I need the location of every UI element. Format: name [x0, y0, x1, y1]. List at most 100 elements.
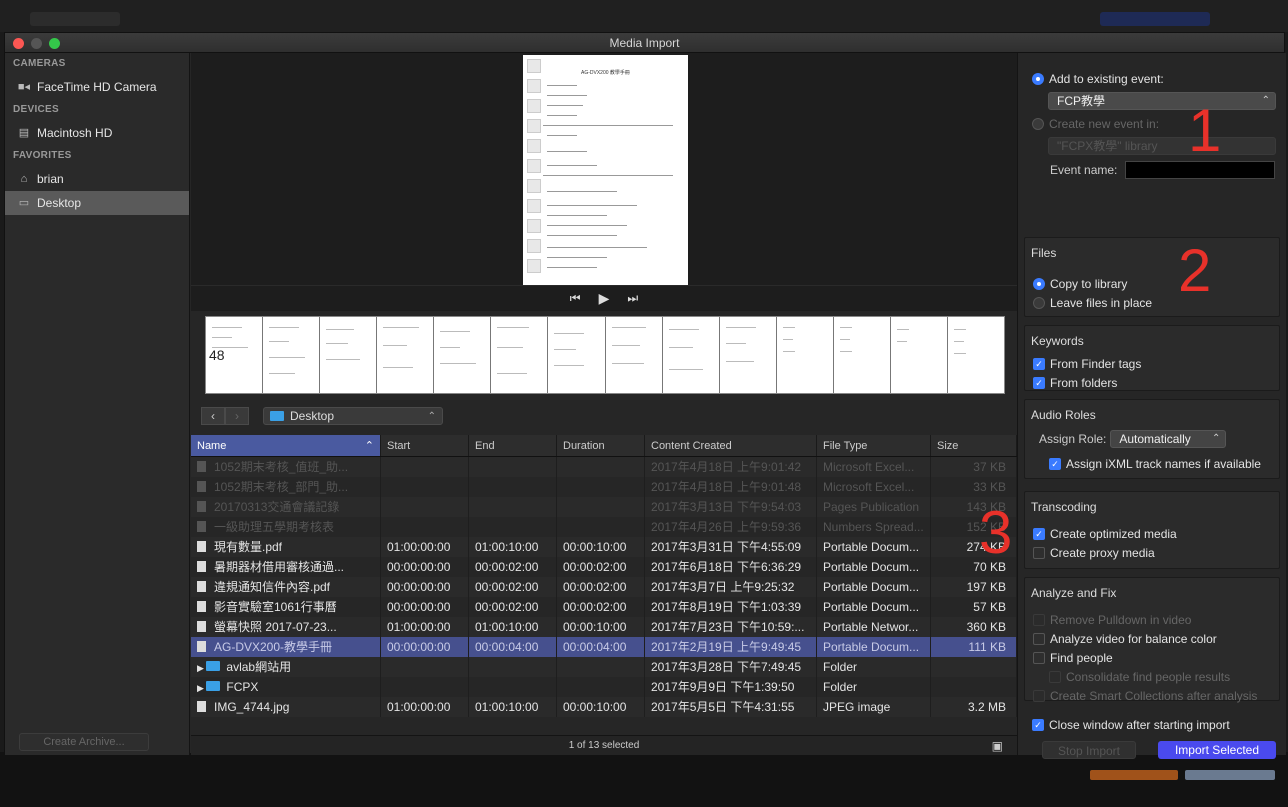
create-archive-button[interactable]: Create Archive... — [19, 733, 149, 751]
remove-pulldown-checkbox[interactable]: Remove Pulldown in video — [1025, 610, 1279, 629]
back-button[interactable]: ‹ — [201, 407, 225, 425]
assign-role-label: Assign Role: — [1039, 432, 1107, 446]
assign-role-select[interactable]: Automatically ⌃ — [1110, 430, 1227, 448]
leave-in-place-radio[interactable]: Leave files in place — [1025, 293, 1279, 312]
close-window-button[interactable] — [13, 38, 24, 49]
filmstrip[interactable]: 48 — [205, 316, 1005, 394]
table-row[interactable]: 20170313交通會議記錄 2017年3月13日 下午9:54:03 Pages … — [191, 497, 1017, 517]
forward-button[interactable]: › — [225, 407, 249, 425]
cell-size: 37 KB — [931, 457, 1017, 477]
table-row[interactable]: 一級助理五學期考核表 2017年4月26日 上午9:59:36 Numbers Sp… — [191, 517, 1017, 537]
filmstrip-toggle-icon[interactable]: ▣ — [992, 736, 1003, 756]
cell-type: Portable Docum... — [817, 597, 931, 617]
table-row[interactable]: 暑期器材借用審核通過... 00:00:00:00 00:00:02:00 00:00… — [191, 557, 1017, 577]
column-header-end[interactable]: End — [469, 435, 557, 456]
disclosure-triangle-icon[interactable]: ▶ — [197, 683, 206, 693]
smart-collections-checkbox[interactable]: Create Smart Collections after analysis — [1025, 686, 1279, 705]
column-header-size[interactable]: Size — [931, 435, 1017, 456]
file-icon — [197, 641, 206, 652]
table-row[interactable]: 1052期末考核_值班_助... 2017年4月18日 上午9:01:42 Micr… — [191, 457, 1017, 477]
cell-duration — [557, 477, 645, 497]
skip-back-icon[interactable]: ⏮ — [570, 291, 581, 306]
cell-created: 2017年8月19日 下午1:03:39 — [645, 597, 817, 617]
column-header-start[interactable]: Start — [381, 435, 469, 456]
table-row[interactable]: AG-DVX200-教學手冊 00:00:00:00 00:00:04:00 00:0… — [191, 637, 1017, 657]
skip-forward-icon[interactable]: ⏭ — [627, 291, 638, 306]
table-row[interactable]: 現有數量.pdf 01:00:00:00 01:00:10:00 00:00:10:0… — [191, 537, 1017, 557]
cell-type: Numbers Spread... — [817, 517, 931, 537]
assign-ixml-checkbox[interactable]: ✓ Assign iXML track names if available — [1025, 454, 1279, 473]
folder-icon — [206, 681, 221, 691]
chevron-updown-icon: ⌃ — [1261, 95, 1270, 106]
sidebar-item-macintosh-hd[interactable]: ▤ Macintosh HD — [5, 121, 189, 145]
sort-icon: ⌃ — [364, 440, 374, 452]
chevron-right-icon: › — [235, 409, 239, 423]
stop-import-button[interactable]: Stop Import — [1042, 741, 1136, 759]
chevron-updown-icon: ⌃ — [1211, 433, 1221, 444]
cell-duration — [557, 457, 645, 477]
find-people-checkbox[interactable]: Find people — [1025, 648, 1279, 667]
sidebar-item-brian[interactable]: ⌂ brian — [5, 167, 189, 191]
table-row[interactable]: ▶ avlab網站用 2017年3月28日 下午7:49:45 Folder — [191, 657, 1017, 677]
cell-type: Folder — [817, 677, 931, 697]
close-after-import-checkbox[interactable]: ✓ Close window after starting import — [1024, 715, 1230, 734]
create-proxy-checkbox[interactable]: Create proxy media — [1025, 543, 1279, 562]
file-icon — [197, 621, 206, 632]
table-row[interactable]: 影音實驗室1061行事曆 00:00:00:00 00:00:02:00 00:00:… — [191, 597, 1017, 617]
cell-created: 2017年3月7日 上午9:25:32 — [645, 577, 817, 597]
play-icon[interactable]: ▶ — [599, 290, 610, 307]
event-name-label: Event name: — [1050, 163, 1118, 177]
analyze-fix-box: Analyze and Fix Remove Pulldown in video… — [1024, 577, 1280, 703]
table-row[interactable]: ▶ FCPX 2017年9月9日 下午1:39:50 Folder — [191, 677, 1017, 697]
sidebar-item-desktop[interactable]: ▭ Desktop — [5, 191, 189, 215]
desktop-icon: ▭ — [18, 197, 30, 209]
disclosure-triangle-icon[interactable]: ▶ — [197, 663, 206, 673]
background-app-timeline — [0, 752, 1288, 807]
column-header-content-created[interactable]: Content Created — [645, 435, 817, 456]
sidebar: CAMERAS ■◂ FaceTime HD Camera DEVICES ▤ Ma… — [5, 53, 190, 755]
files-title: Files — [1031, 246, 1057, 260]
import-selected-button[interactable]: Import Selected — [1158, 741, 1276, 759]
library-select[interactable]: "FCPX教學" library — [1048, 137, 1276, 155]
cell-created: 2017年4月26日 上午9:59:36 — [645, 517, 817, 537]
minimize-window-button[interactable] — [31, 38, 42, 49]
column-header-name[interactable]: Name ⌃ — [191, 435, 381, 456]
create-new-event-radio[interactable]: Create new event in: — [1024, 114, 1280, 133]
cell-name: 螢幕快照 2017-07-23... — [191, 617, 381, 637]
sidebar-heading-favorites: FAVORITES — [13, 150, 72, 161]
titlebar: Media Import — [5, 33, 1284, 53]
cell-name: ▶ FCPX — [191, 677, 381, 697]
document-preview-page: AG-DVX200 教學手冊 — [523, 55, 688, 285]
table-row[interactable]: IMG_4744.jpg 01:00:00:00 01:00:10:00 00:00:… — [191, 697, 1017, 717]
file-icon — [197, 601, 206, 612]
filmstrip-frame — [776, 317, 834, 393]
copy-to-library-radio[interactable]: Copy to library — [1025, 274, 1279, 293]
file-icon — [197, 461, 206, 472]
cell-start — [381, 657, 469, 677]
zoom-window-button[interactable] — [49, 38, 60, 49]
file-icon — [197, 501, 206, 512]
home-icon: ⌂ — [20, 173, 28, 185]
column-header-file-type[interactable]: File Type — [817, 435, 931, 456]
media-import-window: Media Import CAMERAS ■◂ FaceTime HD Camer… — [4, 32, 1286, 759]
balance-color-checkbox[interactable]: Analyze video for balance color — [1025, 629, 1279, 648]
file-icon — [197, 581, 206, 592]
sidebar-item-facetime-camera[interactable]: ■◂ FaceTime HD Camera — [5, 75, 189, 99]
location-select[interactable]: Desktop ⌃ — [263, 407, 443, 425]
from-finder-tags-checkbox[interactable]: ✓ From Finder tags — [1025, 354, 1279, 373]
cell-end: 00:00:02:00 — [469, 557, 557, 577]
table-row[interactable]: 螢幕快照 2017-07-23... 01:00:00:00 01:00:10:00… — [191, 617, 1017, 637]
cell-duration: 00:00:02:00 — [557, 597, 645, 617]
table-row[interactable]: 違規通知信件內容.pdf 00:00:00:00 00:00:02:00 00:00:… — [191, 577, 1017, 597]
filmstrip-frame — [662, 317, 720, 393]
cell-start: 01:00:00:00 — [381, 697, 469, 717]
disk-icon: ▤ — [18, 127, 30, 139]
table-row[interactable]: 1052期末考核_部門_助... 2017年4月18日 上午9:01:48 Micr… — [191, 477, 1017, 497]
from-folders-checkbox[interactable]: ✓ From folders — [1025, 373, 1279, 392]
column-header-duration[interactable]: Duration — [557, 435, 645, 456]
cell-start: 00:00:00:00 — [381, 577, 469, 597]
event-select[interactable]: FCP教學 ⌃ — [1048, 92, 1276, 110]
create-optimized-checkbox[interactable]: ✓ Create optimized media — [1025, 524, 1279, 543]
consolidate-people-checkbox[interactable]: Consolidate find people results — [1025, 667, 1279, 686]
add-existing-event-radio[interactable]: Add to existing event: — [1024, 69, 1280, 88]
